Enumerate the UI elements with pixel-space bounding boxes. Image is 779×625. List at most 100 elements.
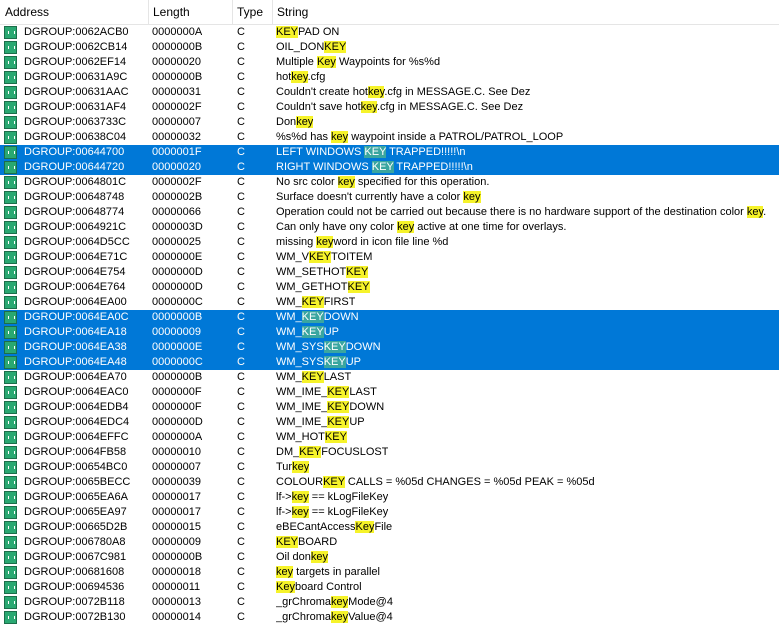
string-item-icon [4,371,17,384]
search-match-highlight: key [310,551,328,563]
table-row[interactable]: DGROUP:0064921C 0000003D C Can only have on… [0,220,779,235]
table-row[interactable]: DGROUP:0065EA97 00000017 Clf->key == kLogF… [0,505,779,520]
address-cell: DGROUP:00681608 [24,566,125,578]
length-cell: 0000000A [152,26,203,38]
length-cell: 00000018 [152,566,201,578]
table-row[interactable]: DGROUP:0064EA70 0000000B C WM_KEYLAST [0,370,779,385]
table-row[interactable]: DGROUP:00631A9C 0000000B Chotkey.cfg [0,70,779,85]
column-header-address[interactable]: Address [0,0,150,24]
table-row[interactable]: DGROUP:0062CB14 0000000B C OIL_DONKEY [0,40,779,55]
table-row[interactable]: DGROUP:00631AAC 00000031 C Couldn't create … [0,85,779,100]
string-prefix: WM_GETHOT [276,281,348,293]
table-row[interactable]: DGROUP:0062ACB0 0000000A C KEYPAD ON [0,25,779,40]
string-item-icon [4,206,17,219]
type-cell: C [237,461,245,473]
address-cell: DGROUP:00631A9C [24,71,128,83]
string-prefix: LEFT WINDOWS [276,146,365,158]
string-prefix: eBECantAccess [276,521,356,533]
type-cell: C [237,266,245,278]
string-suffix: DOWN [323,311,359,323]
length-cell: 0000000B [152,71,203,83]
string-item-icon [4,131,17,144]
table-row[interactable]: DGROUP:0065EA6A 00000017 Clf->key == kLogF… [0,490,779,505]
table-row[interactable]: DGROUP:0064EFFC 0000000A C WM_HOTKEY [0,430,779,445]
string-prefix: WM_SYS [276,341,324,353]
table-row[interactable]: DGROUP:0064EA0C 0000000B C WM_KEYDOWN [0,310,779,325]
string-suffix: UP [349,416,365,428]
table-row[interactable]: DGROUP:00681608 00000018 Ckey targets in p… [0,565,779,580]
table-row[interactable]: DGROUP:0064FB58 00000010 C DM_KEYFOCUSLOST [0,445,779,460]
string-cell: WM_SYSKEYDOWN [276,340,381,355]
table-row[interactable]: DGROUP:0063733C 00000007 C Donkey [0,115,779,130]
table-row[interactable]: DGROUP:00648774 00000066 C Operation could … [0,205,779,220]
string-suffix: TOITEM [331,251,373,263]
string-item-icon [4,86,17,99]
table-row[interactable]: DGROUP:0072B130 00000014 C _grChromakeyValu… [0,610,779,625]
column-header-type[interactable]: Type [232,0,272,24]
address-cell: DGROUP:0067C981 [24,551,127,563]
type-cell: C [237,311,245,323]
string-cell: WM_IME_KEYLAST [276,385,377,400]
table-row[interactable]: DGROUP:00665D2B 00000015 CeBECantAccessKey… [0,520,779,535]
string-cell: lf->key == kLogFileKey [276,490,388,505]
table-row[interactable]: DGROUP:0064EA00 0000000C C WM_KEYFIRST [0,295,779,310]
table-row[interactable]: DGROUP:00654BC0 00000007 C Turkey [0,460,779,475]
table-row[interactable]: DGROUP:00648748 0000002B C Surface doesn't … [0,190,779,205]
table-row[interactable]: DGROUP:0062EF14 00000020 C Multiple Key Way… [0,55,779,70]
string-item-icon [4,251,17,264]
search-match-highlight: KEY [323,356,346,368]
table-row[interactable]: DGROUP:0064E754 0000000D C WM_SETHOTKEY [0,265,779,280]
length-cell: 00000031 [152,86,201,98]
address-cell: DGROUP:0064EDB4 [24,401,129,413]
string-item-icon [4,161,17,174]
length-cell: 0000002F [152,176,202,188]
string-suffix: == kLogFileKey [308,491,389,503]
table-row[interactable]: DGROUP:00644700 0000001F C LEFT WINDOWS KEY… [0,145,779,160]
string-suffix: CALLS = %05d CHANGES = %05d PEAK = %05d [344,476,595,488]
type-cell: C [237,416,245,428]
table-row[interactable]: DGROUP:0064801C 0000002F C No src color key… [0,175,779,190]
table-row[interactable]: DGROUP:006780A8 00000009 C KEYBOARD [0,535,779,550]
column-header-length[interactable]: Length [148,0,233,24]
address-cell: DGROUP:00648748 [24,191,125,203]
length-cell: 0000000E [152,251,203,263]
table-row[interactable]: DGROUP:00644720 00000020 C RIGHT WINDOWS KE… [0,160,779,175]
string-prefix: WM_HOT [276,431,325,443]
address-cell: DGROUP:0064EFFC [24,431,129,443]
table-row[interactable]: DGROUP:0064E71C 0000000E C WM_VKEYTOITEM [0,250,779,265]
table-row[interactable]: DGROUP:00631AF4 0000002F C Couldn't save ho… [0,100,779,115]
length-cell: 0000000C [152,356,203,368]
table-row[interactable]: DGROUP:0064E764 0000000D C WM_GETHOTKEY [0,280,779,295]
table-row[interactable]: DGROUP:0072B118 00000013 C _grChromakeyMode… [0,595,779,610]
table-row[interactable]: DGROUP:0064EA38 0000000E C WM_SYSKEYDOWN [0,340,779,355]
string-item-icon [4,581,17,594]
table-row[interactable]: DGROUP:0064EDB4 0000000F C WM_IME_KEYDOWN [0,400,779,415]
address-cell: DGROUP:0063733C [24,116,127,128]
string-suffix: Value@4 [348,611,393,623]
search-match-highlight: key [368,86,385,98]
string-item-icon [4,356,17,369]
string-item-icon [4,41,17,54]
column-header-string[interactable]: String [272,0,779,24]
table-row[interactable]: DGROUP:0067C981 0000000B C Oil donkey [0,550,779,565]
string-prefix: missing [276,236,317,248]
length-cell: 00000017 [152,506,201,518]
type-cell: C [237,236,245,248]
table-row[interactable]: DGROUP:00694536 00000011 C Keyboard Control [0,580,779,595]
table-row[interactable]: DGROUP:0064EDC4 0000000D C WM_IME_KEYUP [0,415,779,430]
table-row[interactable]: DGROUP:0064EAC0 0000000F C WM_IME_KEYLAST [0,385,779,400]
table-row[interactable]: DGROUP:0064D5CC 00000025 Cmissing keyword … [0,235,779,250]
string-prefix: %s%d has [276,131,332,143]
length-cell: 00000015 [152,521,201,533]
table-row[interactable]: DGROUP:00638C04 00000032 C %s%d has key way… [0,130,779,145]
table-row[interactable]: DGROUP:0064EA48 0000000C C WM_SYSKEYUP [0,355,779,370]
address-cell: DGROUP:0064E754 [24,266,126,278]
length-cell: 00000017 [152,491,201,503]
table-row[interactable]: DGROUP:0065BECC 00000039 C COLOURKEY CALLS … [0,475,779,490]
search-match-highlight: Key [276,581,295,593]
table-row[interactable]: DGROUP:0064EA18 00000009 C WM_KEYUP [0,325,779,340]
string-cell: Can only have ony color key active at on… [276,220,566,235]
address-cell: DGROUP:0064EA38 [24,341,127,353]
address-cell: DGROUP:00644700 [24,146,125,158]
strings-list-view[interactable]: Address Length Type String DGROUP:0062AC… [0,0,779,624]
